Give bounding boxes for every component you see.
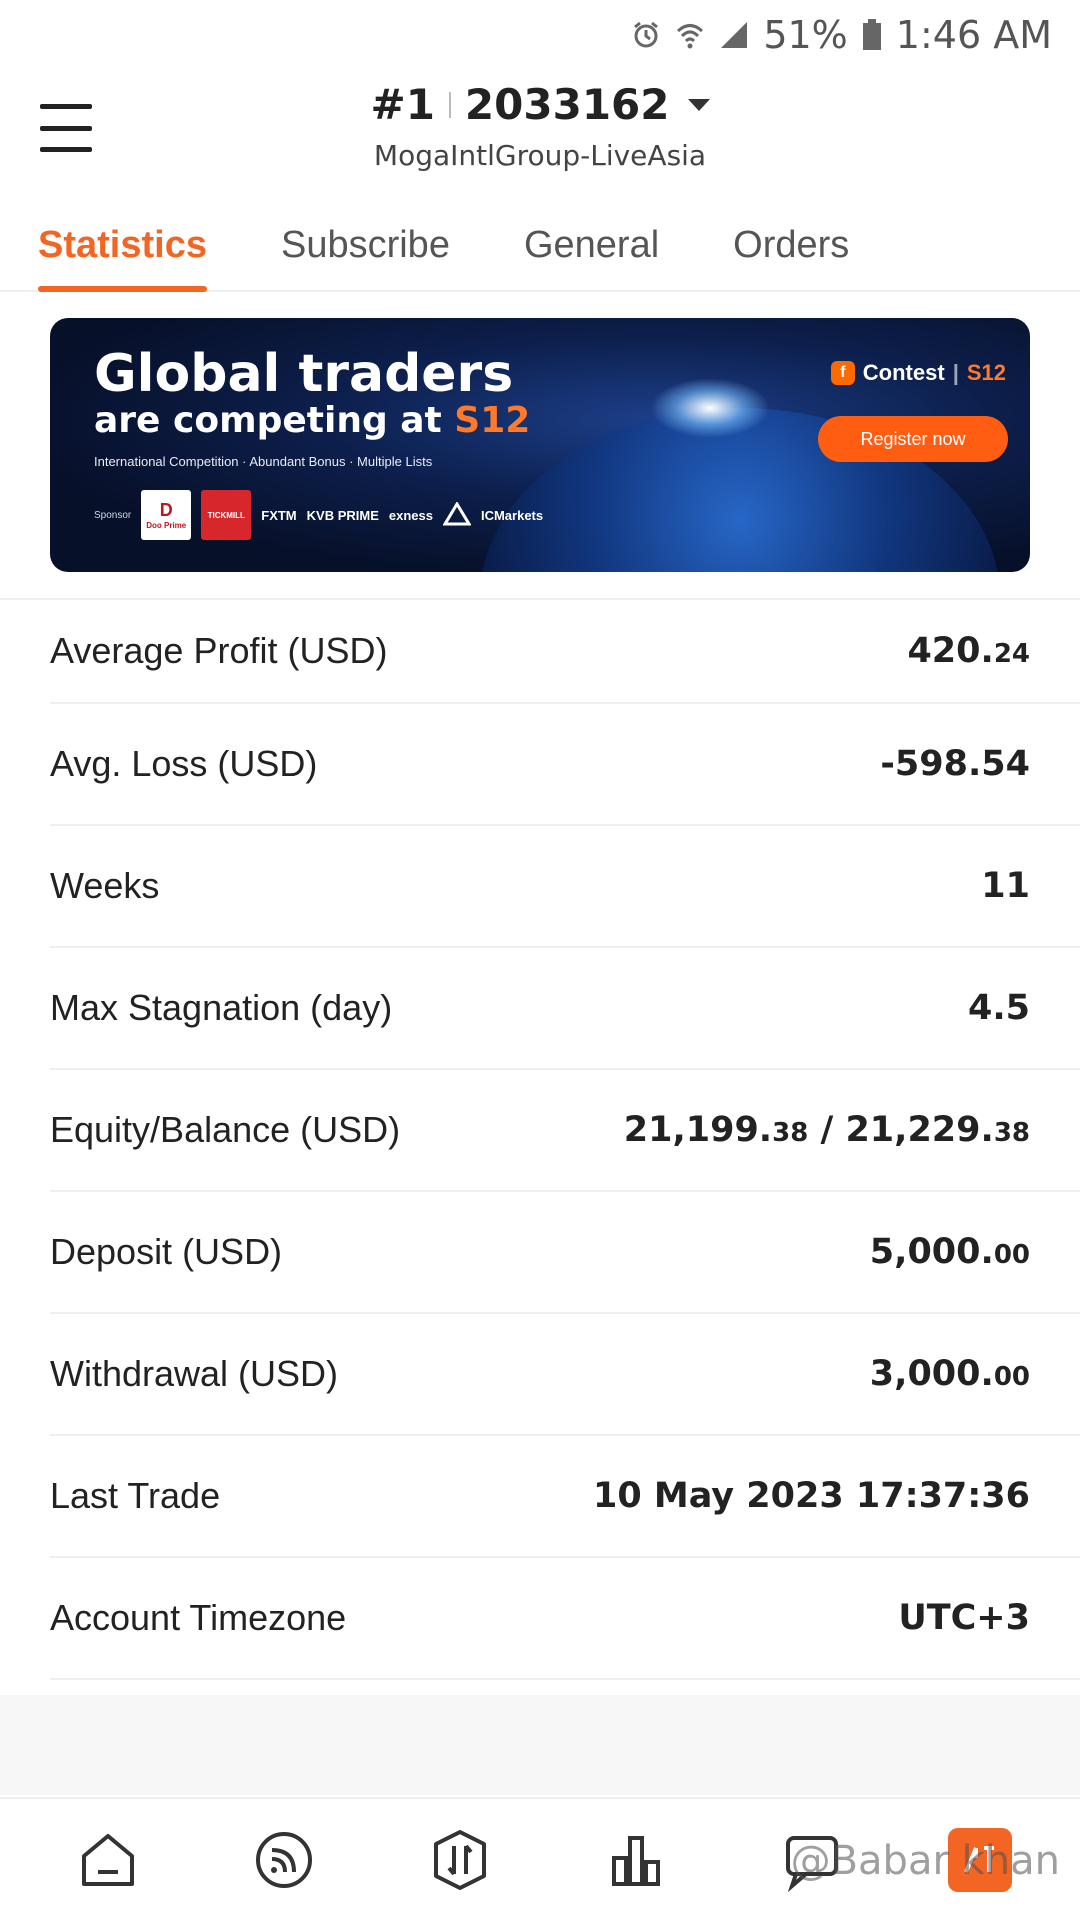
icmarkets-logo: ICMarkets: [480, 507, 544, 523]
stat-last-trade: Last Trade 10 May 2023 17:37:36: [50, 1436, 1080, 1558]
stat-value: 3,000.00: [869, 1354, 1030, 1394]
register-now-button[interactable]: Register now: [818, 416, 1008, 462]
stat-label: Weeks: [50, 865, 160, 906]
stat-max-stagnation: Max Stagnation (day) 4.5: [50, 948, 1080, 1070]
account-rank: #1: [370, 80, 435, 129]
stat-label: Avg. Loss (USD): [50, 743, 318, 784]
account-number: 2033162: [464, 80, 670, 129]
clock: 1:46 AM: [895, 13, 1052, 57]
stat-value: 4.5: [967, 988, 1030, 1028]
stat-value: UTC+3: [898, 1598, 1030, 1638]
stat-value: -598.54: [880, 744, 1030, 784]
caret-down-icon[interactable]: [687, 98, 710, 111]
tab-bar: Statistics Subscribe General Orders: [0, 200, 1080, 292]
stat-value: 5,000.00: [869, 1232, 1030, 1272]
tab-subscribe[interactable]: Subscribe: [281, 200, 450, 290]
stat-deposit: Deposit (USD) 5,000.00: [50, 1192, 1080, 1314]
banner-info: International Competition · Abundant Bon…: [94, 454, 433, 469]
battery-icon: [862, 19, 882, 51]
glow-graphic: [650, 378, 770, 438]
tab-general[interactable]: General: [524, 200, 659, 290]
stat-label: Withdrawal (USD): [50, 1353, 339, 1394]
exness-logo: exness: [388, 507, 433, 523]
account-server: MogaIntlGroup-LiveAsia: [373, 139, 707, 172]
wifi-icon: [675, 20, 705, 50]
tickmill-logo: TICKMILL: [201, 490, 252, 540]
stats-list: Average Profit (USD) 420.24 Avg. Loss (U…: [0, 598, 1080, 1680]
stat-withdrawal: Withdrawal (USD) 3,000.00: [50, 1314, 1080, 1436]
contest-label: f Contest | S12: [830, 360, 1006, 386]
stat-avg-loss: Avg. Loss (USD) -598.54: [50, 704, 1080, 826]
status-bar: 51% 1:46 AM: [0, 0, 1080, 70]
tab-statistics[interactable]: Statistics: [38, 200, 207, 292]
signal-icon: [719, 20, 749, 50]
home-icon[interactable]: [68, 1820, 148, 1900]
banner-title: Global traders: [94, 344, 514, 404]
stat-value: 11: [981, 866, 1030, 906]
sponsor-row: Sponsor D Doo Prime TICKMILL FXTM KVB PRI…: [94, 490, 543, 540]
stat-account-timezone: Account Timezone UTC+3: [50, 1558, 1080, 1680]
stat-weeks: Weeks 11: [50, 826, 1080, 948]
feed-icon[interactable]: [244, 1820, 324, 1900]
stat-label: Equity/Balance (USD): [50, 1109, 401, 1150]
stat-label: Deposit (USD): [50, 1231, 283, 1272]
fxtm-logo: FXTM: [261, 507, 297, 523]
stat-average-profit: Average Profit (USD) 420.24: [50, 600, 1080, 704]
stat-value: 420.24: [907, 631, 1030, 671]
stat-label: Last Trade: [50, 1475, 221, 1516]
stat-equity-balance: Equity/Balance (USD) 21,199.38 / 21,229.…: [50, 1070, 1080, 1192]
stat-value: 21,199.38 / 21,229.38: [623, 1110, 1030, 1150]
stat-value: 10 May 2023 17:37:36: [593, 1476, 1030, 1516]
battery-percent: 51%: [763, 13, 848, 57]
account-selector[interactable]: #1 2033162 MogaIntlGroup-LiveAsia: [0, 80, 1080, 172]
tab-orders[interactable]: Orders: [733, 200, 849, 290]
trade-icon[interactable]: [420, 1820, 500, 1900]
kvb-prime-logo: KVB PRIME: [306, 507, 379, 523]
banner-subtitle: are competing at S12: [94, 400, 531, 441]
doo-prime-logo: D Doo Prime: [141, 490, 192, 540]
app-header: #1 2033162 MogaIntlGroup-LiveAsia: [0, 70, 1080, 190]
stat-label: Average Profit (USD): [50, 630, 388, 671]
accuindex-logo: [442, 500, 472, 529]
stat-label: Account Timezone: [50, 1597, 347, 1638]
chart-icon[interactable]: [596, 1820, 676, 1900]
stat-label: Max Stagnation (day): [50, 987, 393, 1028]
watermark: @Babar khan: [790, 1838, 1060, 1884]
promo-banner[interactable]: Global traders are competing at S12 Inte…: [50, 318, 1030, 572]
contest-logo-icon: f: [830, 361, 855, 385]
divider: [448, 91, 451, 118]
footer-spacer: [0, 1695, 1080, 1795]
alarm-icon: [631, 20, 661, 50]
sponsor-label: Sponsor: [94, 509, 132, 521]
